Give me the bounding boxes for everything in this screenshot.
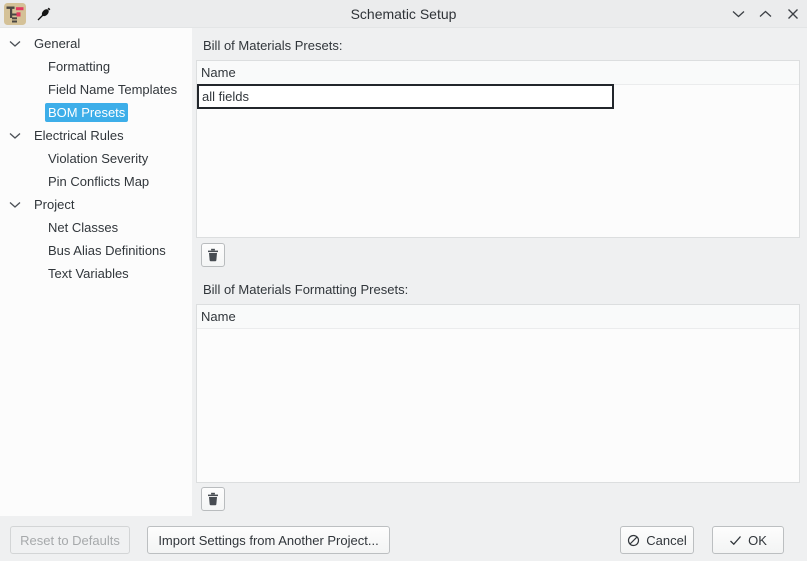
tree-item-label: Violation Severity	[45, 149, 151, 168]
tree-group-project[interactable]: Project	[0, 193, 192, 216]
trash-icon	[206, 492, 220, 506]
grid-column-header-name: Name	[197, 305, 799, 329]
reset-to-defaults-button[interactable]: Reset to Defaults	[10, 526, 130, 554]
delete-bom-formatting-preset-button[interactable]	[201, 487, 225, 511]
cancel-label: Cancel	[646, 533, 686, 548]
grid-column-header-name: Name	[197, 61, 799, 85]
import-settings-button[interactable]: Import Settings from Another Project...	[147, 526, 390, 554]
reset-to-defaults-label: Reset to Defaults	[20, 533, 120, 548]
tree-item-label: Net Classes	[45, 218, 121, 237]
bom-presets-grid[interactable]: Name all fields	[196, 60, 800, 238]
tree-item-label: General	[34, 36, 80, 51]
tree-item-net-classes[interactable]: Net Classes	[0, 216, 192, 239]
import-settings-label: Import Settings from Another Project...	[158, 533, 378, 548]
chevron-down-icon[interactable]	[9, 132, 21, 140]
titlebar: Schematic Setup	[0, 0, 807, 28]
chevron-down-icon[interactable]	[9, 201, 21, 209]
tree-item-label: Project	[34, 197, 74, 212]
bom-formatting-presets-grid[interactable]: Name	[196, 304, 800, 483]
bom-presets-panel: Bill of Materials Presets: Name all fiel…	[192, 28, 807, 516]
tree-item-label: BOM Presets	[45, 103, 128, 122]
tree-item-pin-conflicts-map[interactable]: Pin Conflicts Map	[0, 170, 192, 193]
bom-presets-label: Bill of Materials Presets:	[203, 38, 342, 54]
window-controls	[731, 0, 800, 28]
delete-bom-preset-button[interactable]	[201, 243, 225, 267]
close-icon[interactable]	[785, 7, 800, 22]
tree-item-label: Text Variables	[45, 264, 132, 283]
tree-item-label: Pin Conflicts Map	[45, 172, 152, 191]
check-icon	[729, 535, 742, 546]
settings-tree: General Formatting Field Name Templates …	[0, 28, 192, 516]
bom-formatting-presets-label: Bill of Materials Formatting Presets:	[203, 282, 408, 298]
tree-group-general[interactable]: General	[0, 32, 192, 55]
tree-item-bom-presets[interactable]: BOM Presets	[0, 101, 192, 124]
tree-item-label: Electrical Rules	[34, 128, 124, 143]
ok-label: OK	[748, 533, 767, 548]
tree-item-formatting[interactable]: Formatting	[0, 55, 192, 78]
cancel-circle-icon	[627, 534, 640, 547]
tree-item-label: Bus Alias Definitions	[45, 241, 169, 260]
chevron-down-icon[interactable]	[9, 40, 21, 48]
preset-name-cell-editor[interactable]: all fields	[197, 84, 614, 109]
chevron-up-icon[interactable]	[758, 7, 773, 22]
trash-icon	[206, 248, 220, 262]
cancel-button[interactable]: Cancel	[620, 526, 694, 554]
tree-item-label: Formatting	[45, 57, 113, 76]
dialog-button-bar: Reset to Defaults Import Settings from A…	[0, 516, 807, 561]
tree-item-text-variables[interactable]: Text Variables	[0, 262, 192, 285]
tree-group-electrical-rules[interactable]: Electrical Rules	[0, 124, 192, 147]
kicad-schematic-icon[interactable]	[4, 3, 26, 25]
window-title: Schematic Setup	[0, 6, 807, 22]
tree-item-violation-severity[interactable]: Violation Severity	[0, 147, 192, 170]
pin-icon[interactable]	[36, 6, 52, 22]
tree-item-label: Field Name Templates	[45, 80, 180, 99]
tree-item-field-name-templates[interactable]: Field Name Templates	[0, 78, 192, 101]
tree-item-bus-alias-definitions[interactable]: Bus Alias Definitions	[0, 239, 192, 262]
chevron-down-icon[interactable]	[731, 7, 746, 22]
ok-button[interactable]: OK	[712, 526, 784, 554]
